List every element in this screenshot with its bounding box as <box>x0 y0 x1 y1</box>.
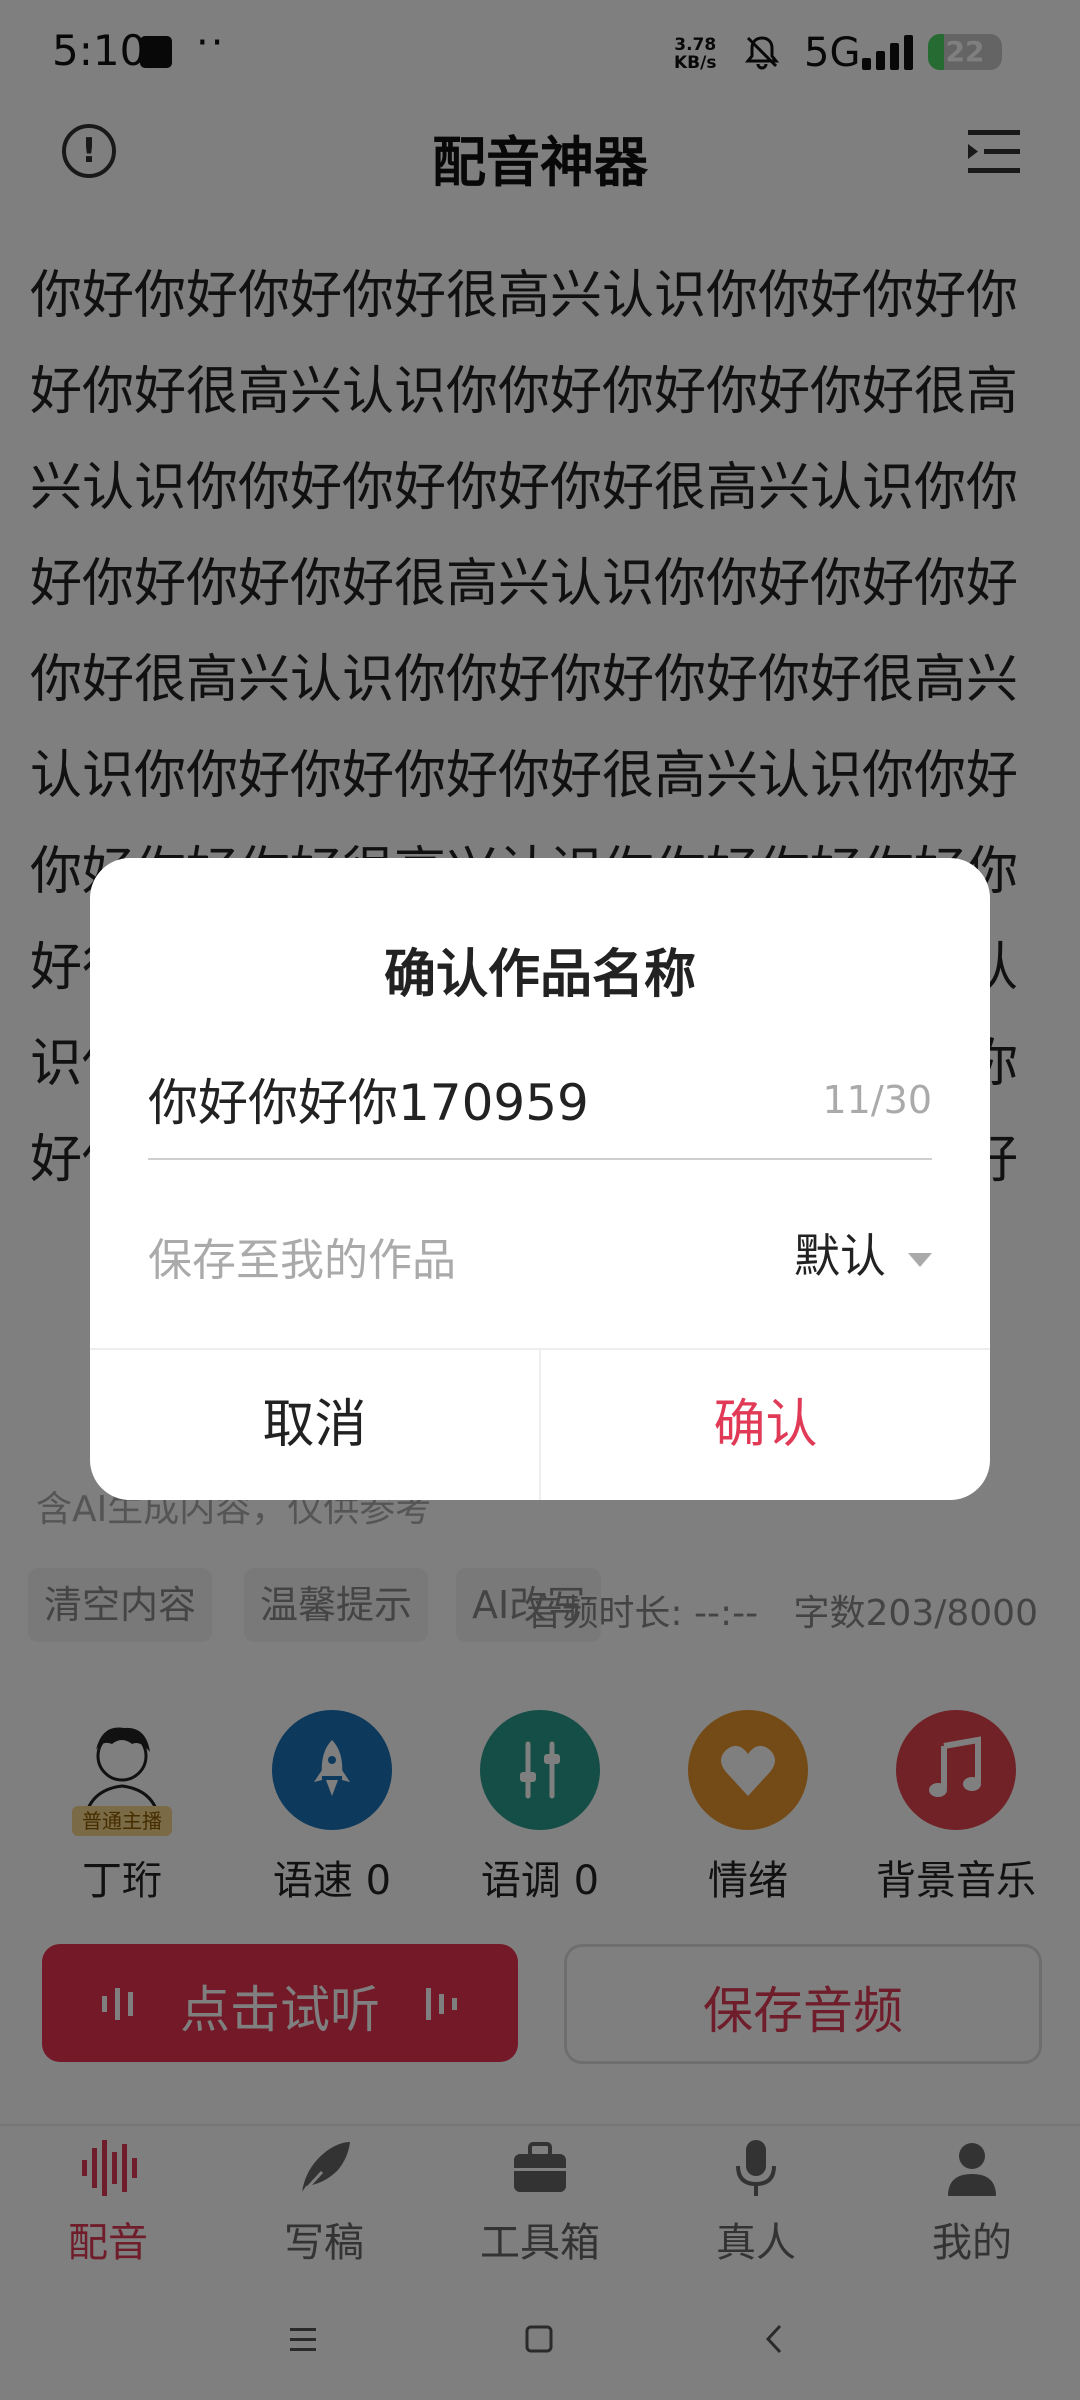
confirm-work-name-dialog: 确认作品名称 11/30 保存至我的作品 默认 取消 确认 <box>90 858 990 1500</box>
cancel-button[interactable]: 取消 <box>90 1350 539 1500</box>
folder-select-value: 默认 <box>794 1229 886 1283</box>
name-length-counter: 11/30 <box>822 1078 932 1122</box>
confirm-button[interactable]: 确认 <box>541 1350 990 1500</box>
chevron-down-icon <box>908 1252 932 1267</box>
save-location-label: 保存至我的作品 <box>148 1235 456 1286</box>
dialog-title: 确认作品名称 <box>383 945 696 1005</box>
folder-select[interactable]: 默认 <box>794 1220 932 1286</box>
work-name-input[interactable] <box>148 1070 788 1128</box>
work-name-field: 11/30 <box>148 1058 932 1160</box>
